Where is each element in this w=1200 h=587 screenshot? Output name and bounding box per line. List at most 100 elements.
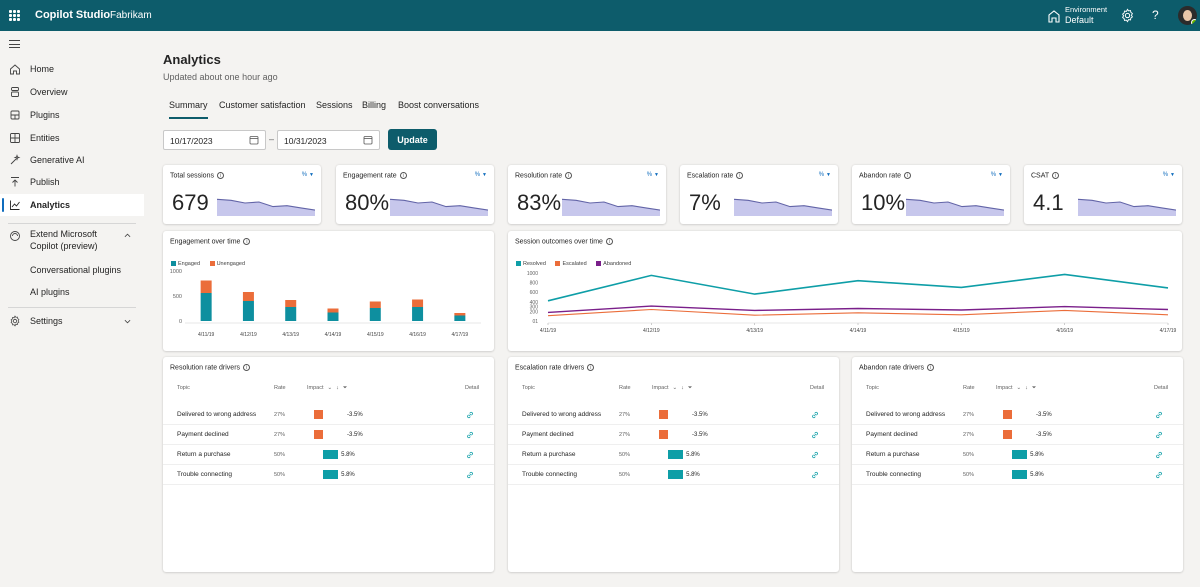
update-button[interactable]: Update <box>388 129 437 150</box>
tab-customer-satisfaction[interactable]: Customer satisfaction <box>219 100 306 110</box>
column-header-rate[interactable]: Rate <box>274 385 286 391</box>
link-icon[interactable] <box>466 471 474 479</box>
column-header-rate[interactable]: Rate <box>963 385 975 391</box>
link-icon[interactable] <box>811 431 819 439</box>
column-header-impact[interactable]: Impact ⌄ ↓ ⏷ <box>996 385 1036 392</box>
info-icon[interactable]: i <box>904 172 912 179</box>
chevron-up-icon[interactable] <box>124 232 131 239</box>
info-icon[interactable]: i <box>216 172 224 179</box>
filter-icon[interactable]: ⏷ <box>688 385 692 391</box>
help-icon[interactable]: ? <box>1152 8 1159 23</box>
app-launcher-icon[interactable] <box>9 10 20 21</box>
kpi-dropdown[interactable]: % ▼ <box>819 172 831 178</box>
sort-descending-icon[interactable]: ↓ <box>336 385 339 391</box>
tab-billing[interactable]: Billing <box>362 100 386 110</box>
link-icon[interactable] <box>811 471 819 479</box>
table-row[interactable]: Trouble connecting 50% 5.8% <box>508 465 839 485</box>
x-tick-label: 4/16/19 <box>1056 328 1073 334</box>
info-icon[interactable]: i <box>736 172 744 179</box>
environment-icon[interactable] <box>1047 9 1061 23</box>
sidebar-item-entities[interactable]: Entities <box>0 127 144 149</box>
sidebar-item-extend-copilot[interactable]: Extend Microsoft Copilot (preview) <box>0 226 144 256</box>
x-tick-label: 4/12/19 <box>240 332 257 338</box>
kpi-dropdown[interactable]: % ▼ <box>1163 172 1175 178</box>
sidebar-item-settings[interactable]: Settings <box>0 310 144 332</box>
sort-descending-icon[interactable]: ↓ <box>681 385 684 391</box>
link-icon[interactable] <box>811 411 819 419</box>
chevron-down-icon[interactable] <box>124 318 131 325</box>
table-row[interactable]: Return a purchase 50% 5.8% <box>163 445 494 465</box>
sort-descending-icon[interactable]: ↓ <box>1025 385 1028 391</box>
chevron-down-icon[interactable]: ⌄ <box>673 385 678 391</box>
legend-item-unengaged[interactable]: Unengaged <box>209 261 245 267</box>
environment-label[interactable]: Environment <box>1065 5 1107 14</box>
table-row[interactable]: Return a purchase 50% 5.8% <box>852 445 1183 465</box>
table-row[interactable]: Trouble connecting 50% 5.8% <box>852 465 1183 485</box>
chevron-down-icon[interactable]: ⌄ <box>328 385 333 391</box>
table-row[interactable]: Delivered to wrong address 27% -3.5% <box>508 405 839 425</box>
table-row[interactable]: Payment declined 27% -3.5% <box>163 425 494 445</box>
filter-icon[interactable]: ⏷ <box>1032 385 1036 391</box>
link-icon[interactable] <box>1155 411 1163 419</box>
sidebar-item-ai-plugins[interactable]: AI plugins <box>0 281 144 303</box>
column-header-impact[interactable]: Impact ⌄ ↓ ⏷ <box>652 385 692 392</box>
column-header-topic[interactable]: Topic <box>866 385 879 391</box>
hamburger-menu-icon[interactable] <box>9 40 20 48</box>
legend-item-resolved[interactable]: Resolved <box>516 261 546 267</box>
tab-summary[interactable]: Summary <box>169 100 208 119</box>
info-icon[interactable]: i <box>243 364 251 371</box>
table-row[interactable]: Trouble connecting 50% 5.8% <box>163 465 494 485</box>
sidebar-item-plugins[interactable]: Plugins <box>0 104 144 126</box>
row-impact: 5.8% <box>1030 472 1044 478</box>
calendar-icon[interactable] <box>249 135 259 145</box>
info-icon[interactable]: i <box>1052 172 1060 179</box>
column-header-rate[interactable]: Rate <box>619 385 631 391</box>
environment-value[interactable]: Default <box>1065 15 1094 25</box>
link-icon[interactable] <box>1155 471 1163 479</box>
info-icon[interactable]: i <box>926 364 934 371</box>
tab-sessions[interactable]: Sessions <box>316 100 353 110</box>
info-icon[interactable]: i <box>399 172 407 179</box>
sidebar-item-overview[interactable]: Overview <box>0 81 144 103</box>
column-header-topic[interactable]: Topic <box>177 385 190 391</box>
link-icon[interactable] <box>1155 431 1163 439</box>
table-row[interactable]: Delivered to wrong address 27% -3.5% <box>163 405 494 425</box>
sidebar-item-conversational-plugins[interactable]: Conversational plugins <box>0 259 144 281</box>
sidebar-item-publish[interactable]: Publish <box>0 171 144 193</box>
info-icon[interactable]: i <box>565 172 573 179</box>
link-icon[interactable] <box>1155 451 1163 459</box>
kpi-dropdown[interactable]: % ▼ <box>302 172 314 178</box>
link-icon[interactable] <box>466 431 474 439</box>
legend-item-engaged[interactable]: Engaged <box>171 261 200 267</box>
app-title[interactable]: Copilot Studio <box>35 9 110 21</box>
table-row[interactable]: Payment declined 27% -3.5% <box>508 425 839 445</box>
settings-gear-icon[interactable] <box>1120 8 1135 23</box>
info-icon[interactable]: i <box>243 238 251 245</box>
column-header-topic[interactable]: Topic <box>522 385 535 391</box>
info-icon[interactable]: i <box>605 238 613 245</box>
info-icon[interactable]: i <box>587 364 595 371</box>
column-header-impact[interactable]: Impact ⌄ ↓ ⏷ <box>307 385 347 392</box>
start-date-input[interactable]: 10/17/2023 <box>163 130 266 150</box>
sidebar-item-analytics[interactable]: Analytics <box>0 194 144 216</box>
kpi-dropdown[interactable]: % ▼ <box>647 172 659 178</box>
link-icon[interactable] <box>811 451 819 459</box>
kpi-dropdown[interactable]: % ▼ <box>991 172 1003 178</box>
filter-icon[interactable]: ⏷ <box>343 385 347 391</box>
link-icon[interactable] <box>466 451 474 459</box>
legend-item-escalated[interactable]: Escalated <box>555 261 587 267</box>
sidebar-item-generative-ai[interactable]: Generative AI <box>0 149 144 171</box>
table-row[interactable]: Delivered to wrong address 27% -3.5% <box>852 405 1183 425</box>
avatar[interactable] <box>1178 6 1197 25</box>
tab-boost-conversations[interactable]: Boost conversations <box>398 100 479 110</box>
sidebar-item-home[interactable]: Home <box>0 58 144 80</box>
calendar-icon[interactable] <box>363 135 373 145</box>
legend-item-abandoned[interactable]: Abandoned <box>596 261 631 267</box>
kpi-dropdown[interactable]: % ▼ <box>475 172 487 178</box>
table-row[interactable]: Payment declined 27% -3.5% <box>852 425 1183 445</box>
row-topic: Delivered to wrong address <box>866 411 946 418</box>
table-row[interactable]: Return a purchase 50% 5.8% <box>508 445 839 465</box>
link-icon[interactable] <box>466 411 474 419</box>
chevron-down-icon[interactable]: ⌄ <box>1017 385 1022 391</box>
end-date-input[interactable]: 10/31/2023 <box>277 130 380 150</box>
